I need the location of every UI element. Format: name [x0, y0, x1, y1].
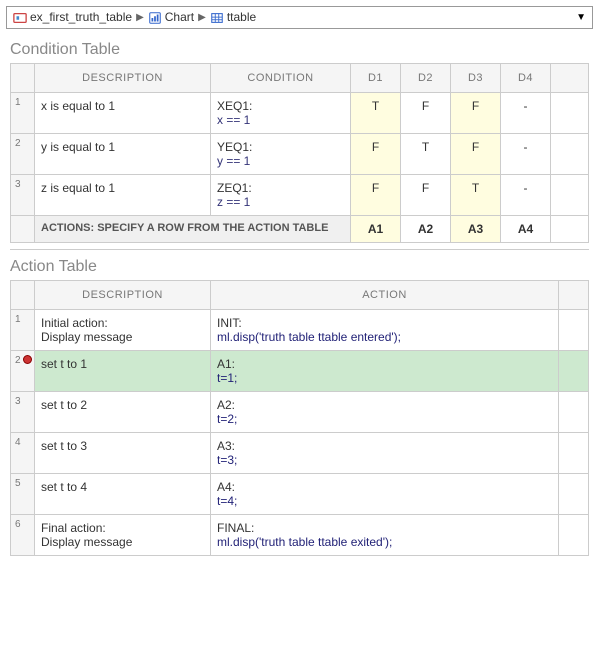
col-header-d1: D1 — [351, 63, 401, 92]
breadcrumb[interactable]: ex_first_truth_table ▶ Chart ▶ ttable ▼ — [6, 6, 593, 29]
description-cell[interactable]: z is equal to 1 — [35, 174, 211, 215]
decision-cell[interactable]: F — [351, 174, 401, 215]
description-cell[interactable]: set t to 4 — [35, 473, 211, 514]
col-header-num — [11, 280, 35, 309]
condition-table-title: Condition Table — [10, 41, 589, 59]
pad-cell — [559, 309, 589, 350]
decision-cell[interactable]: F — [401, 92, 451, 133]
breadcrumb-item-model[interactable]: ex_first_truth_table — [13, 10, 132, 25]
breadcrumb-label: Chart — [165, 10, 194, 24]
action-cell[interactable]: A2:t=2; — [211, 391, 559, 432]
table-row[interactable]: 6Final action:Display messageFINAL:ml.di… — [11, 514, 589, 555]
table-row[interactable]: 3set t to 2A2:t=2; — [11, 391, 589, 432]
condition-table-section: Condition Table DESCRIPTION CONDITION D1… — [0, 33, 599, 245]
decision-cell[interactable]: F — [401, 174, 451, 215]
breadcrumb-dropdown[interactable]: ▼ — [576, 12, 586, 23]
col-header-d2: D2 — [401, 63, 451, 92]
row-number: 1 — [11, 309, 35, 350]
condition-cell[interactable]: ZEQ1:z == 1 — [211, 174, 351, 215]
pad-cell — [551, 133, 589, 174]
description-cell[interactable]: Initial action:Display message — [35, 309, 211, 350]
action-ref-cell[interactable]: A1 — [351, 215, 401, 242]
col-header-description: DESCRIPTION — [35, 280, 211, 309]
col-header-condition: CONDITION — [211, 63, 351, 92]
action-ref-cell[interactable]: A3 — [451, 215, 501, 242]
action-cell[interactable]: FINAL:ml.disp('truth table ttable exited… — [211, 514, 559, 555]
pad-cell — [551, 92, 589, 133]
description-cell[interactable]: x is equal to 1 — [35, 92, 211, 133]
breakpoint-icon[interactable] — [23, 355, 32, 364]
row-number: 3 — [11, 391, 35, 432]
table-row[interactable]: 2y is equal to 1YEQ1:y == 1FTF- — [11, 133, 589, 174]
pad-cell — [551, 215, 589, 242]
description-cell[interactable]: Final action:Display message — [35, 514, 211, 555]
breadcrumb-label: ex_first_truth_table — [30, 10, 132, 24]
action-cell[interactable]: A1:t=1; — [211, 350, 559, 391]
action-cell[interactable]: A4:t=4; — [211, 473, 559, 514]
table-row[interactable]: 1Initial action:Display messageINIT:ml.d… — [11, 309, 589, 350]
condition-cell[interactable]: XEQ1:x == 1 — [211, 92, 351, 133]
condition-cell[interactable]: YEQ1:y == 1 — [211, 133, 351, 174]
col-header-d3: D3 — [451, 63, 501, 92]
model-icon — [13, 10, 27, 25]
col-header-pad — [551, 63, 589, 92]
decision-cell[interactable]: - — [501, 174, 551, 215]
breadcrumb-item-ttable[interactable]: ttable — [210, 10, 256, 25]
col-header-description: DESCRIPTION — [35, 63, 211, 92]
col-header-d4: D4 — [501, 63, 551, 92]
table-row[interactable]: 1x is equal to 1XEQ1:x == 1TFF- — [11, 92, 589, 133]
table-row[interactable]: 5set t to 4A4:t=4; — [11, 473, 589, 514]
description-cell[interactable]: y is equal to 1 — [35, 133, 211, 174]
breadcrumb-item-chart[interactable]: Chart — [148, 10, 194, 25]
action-cell[interactable]: A3:t=3; — [211, 432, 559, 473]
description-cell[interactable]: set t to 2 — [35, 391, 211, 432]
table-row[interactable]: 4set t to 3A3:t=3; — [11, 432, 589, 473]
col-header-pad — [559, 280, 589, 309]
decision-cell[interactable]: T — [401, 133, 451, 174]
row-number: 5 — [11, 473, 35, 514]
pad-cell — [559, 473, 589, 514]
pad-cell — [559, 432, 589, 473]
decision-cell[interactable]: - — [501, 92, 551, 133]
actions-label-cell: ACTIONS: SPECIFY A ROW FROM THE ACTION T… — [35, 215, 351, 242]
pad-cell — [559, 514, 589, 555]
condition-table[interactable]: DESCRIPTION CONDITION D1 D2 D3 D4 1x is … — [10, 63, 589, 243]
row-number — [11, 215, 35, 242]
description-cell[interactable]: set t to 1 — [35, 350, 211, 391]
breadcrumb-label: ttable — [227, 10, 256, 24]
decision-cell[interactable]: - — [501, 133, 551, 174]
decision-cell[interactable]: F — [451, 92, 501, 133]
row-number: 2 — [11, 350, 35, 391]
table-row[interactable]: 3z is equal to 1ZEQ1:z == 1FFT- — [11, 174, 589, 215]
table-icon — [210, 10, 224, 25]
action-cell[interactable]: INIT:ml.disp('truth table ttable entered… — [211, 309, 559, 350]
table-row[interactable]: 2set t to 1A1:t=1; — [11, 350, 589, 391]
actions-row[interactable]: ACTIONS: SPECIFY A ROW FROM THE ACTION T… — [11, 215, 589, 242]
chevron-right-icon: ▶ — [136, 12, 144, 23]
row-number: 6 — [11, 514, 35, 555]
chevron-right-icon: ▶ — [198, 12, 206, 23]
decision-cell[interactable]: T — [351, 92, 401, 133]
pad-cell — [551, 174, 589, 215]
decision-cell[interactable]: T — [451, 174, 501, 215]
row-number: 3 — [11, 174, 35, 215]
pad-cell — [559, 391, 589, 432]
col-header-num — [11, 63, 35, 92]
row-number: 4 — [11, 432, 35, 473]
row-number: 2 — [11, 133, 35, 174]
action-ref-cell[interactable]: A4 — [501, 215, 551, 242]
action-table[interactable]: DESCRIPTION ACTION 1Initial action:Displ… — [10, 280, 589, 556]
action-table-title: Action Table — [10, 258, 589, 276]
pad-cell — [559, 350, 589, 391]
chart-icon — [148, 10, 162, 25]
col-header-action: ACTION — [211, 280, 559, 309]
action-ref-cell[interactable]: A2 — [401, 215, 451, 242]
description-cell[interactable]: set t to 3 — [35, 432, 211, 473]
row-number: 1 — [11, 92, 35, 133]
decision-cell[interactable]: F — [451, 133, 501, 174]
action-table-section: Action Table DESCRIPTION ACTION 1Initial… — [0, 250, 599, 558]
decision-cell[interactable]: F — [351, 133, 401, 174]
